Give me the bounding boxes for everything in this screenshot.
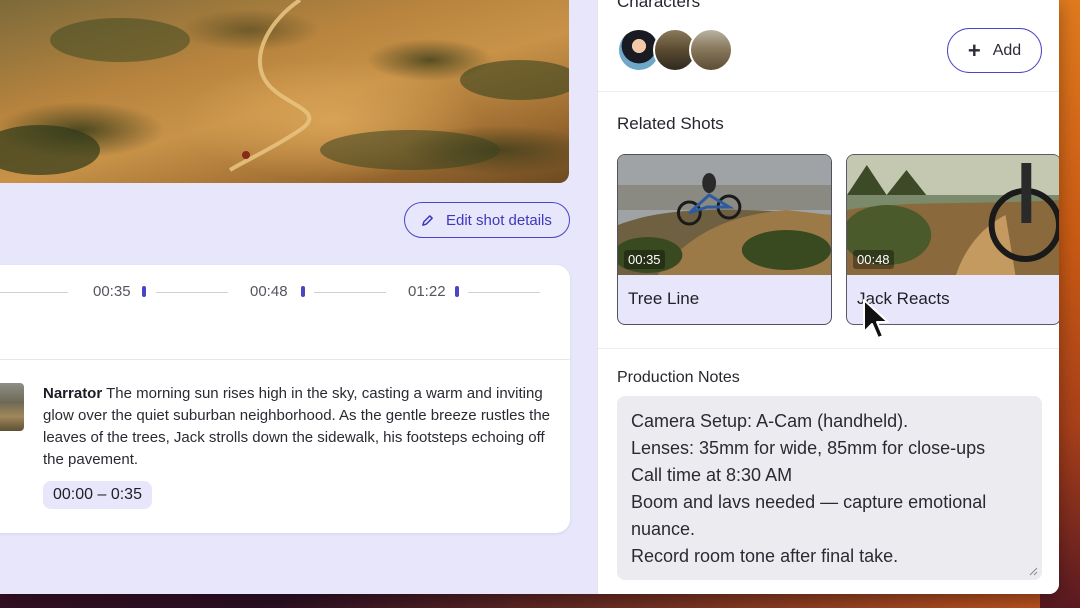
divider [598,348,1059,349]
edit-shot-details-label: Edit shot details [446,211,552,229]
production-notes-title: Production Notes [617,369,740,386]
speaker-name: Narrator [43,385,103,402]
note-line: Record room tone after final take. [631,546,899,566]
add-character-button[interactable]: + Add [947,28,1042,73]
divider [0,359,570,360]
timeline-marker[interactable] [301,286,305,297]
timeline-mark-time[interactable]: 00:48 [250,283,288,300]
shot-preview-image [0,0,569,183]
note-line: Camera Setup: A-Cam (handheld). [631,411,909,431]
resize-grip-icon[interactable] [1028,566,1038,576]
pencil-icon [422,214,433,226]
hillside-scene [0,0,569,175]
related-shots-title: Related Shots [617,114,724,133]
shot-duration: 00:35 [624,250,665,269]
characters-title: Characters [617,0,701,11]
app-window: Edit shot details 00:35 00:48 01:22 Narr… [0,0,1059,594]
landscape-avatar[interactable] [689,28,733,72]
note-line: Call time at 8:30 AM [631,465,793,485]
production-notes-textarea[interactable]: Camera Setup: A-Cam (handheld). Lenses: … [617,396,1042,580]
plus-icon: + [967,37,981,63]
timeline-marker[interactable] [455,286,459,297]
timeline: 00:35 00:48 01:22 [0,283,570,303]
related-shot-card[interactable]: 00:35 Tree Line [617,154,832,325]
note-line: Lenses: 35mm for wide, 85mm for close-up… [631,438,986,458]
edit-shot-details-button[interactable]: Edit shot details [404,202,570,238]
mouse-pointer-icon [863,299,889,339]
divider [598,91,1059,92]
details-sidebar: Characters + Add Related Shots 00:35 Tre… [597,0,1059,594]
narration-text: Narrator The morning sun rises high in t… [43,383,553,471]
timeline-marker[interactable] [142,286,146,297]
timeline-mark-time[interactable]: 00:35 [93,283,131,300]
add-label: Add [992,41,1022,59]
narration-body: The morning sun rises high in the sky, c… [43,385,551,468]
shot-title: Tree Line [628,289,700,308]
time-range-chip[interactable]: 00:00 – 0:35 [43,481,152,509]
shot-duration: 00:48 [853,250,894,269]
timeline-mark-time[interactable]: 01:22 [408,283,446,300]
note-line: Boom and lavs needed — capture emotional… [631,492,987,539]
scene-thumbnail[interactable] [0,383,24,431]
script-card: 00:35 00:48 01:22 Narrator The morning s… [0,265,570,533]
